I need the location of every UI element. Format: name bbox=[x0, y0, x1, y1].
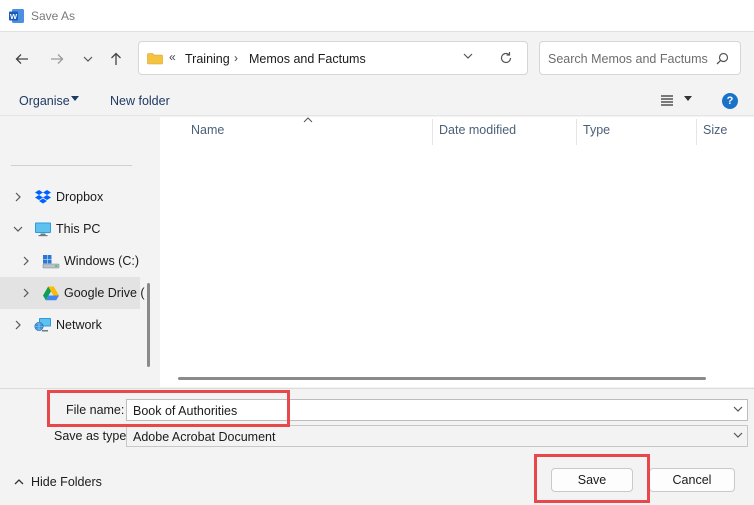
sidebar-item-label: This PC bbox=[56, 222, 101, 236]
recent-locations-button[interactable] bbox=[77, 48, 99, 70]
folder-icon bbox=[147, 53, 163, 65]
address-bar[interactable]: « Training › Memos and Factums bbox=[138, 41, 528, 75]
chevron-right-icon[interactable] bbox=[20, 286, 32, 300]
save-as-type-label: Save as type: bbox=[54, 429, 130, 443]
hide-folders-button[interactable]: Hide Folders bbox=[31, 475, 102, 489]
file-name-annotation-box bbox=[47, 390, 290, 427]
sidebar-item-network[interactable]: Network bbox=[0, 309, 140, 341]
column-header-size[interactable]: Size bbox=[703, 123, 727, 137]
chevron-up-icon[interactable] bbox=[14, 478, 24, 485]
network-icon bbox=[34, 318, 51, 332]
navigation-scrollbar[interactable] bbox=[147, 283, 150, 367]
chevron-right-icon[interactable] bbox=[20, 254, 32, 268]
chevron-right-icon[interactable] bbox=[12, 318, 24, 332]
organise-button[interactable]: Organise bbox=[19, 94, 70, 108]
breadcrumb-training[interactable]: Training bbox=[185, 52, 230, 66]
chevron-down-icon[interactable] bbox=[733, 432, 743, 438]
arrow-up-icon bbox=[111, 52, 121, 65]
drive-icon bbox=[42, 255, 60, 269]
sidebar-item-label: Dropbox bbox=[56, 190, 104, 204]
breadcrumb-memos-and-factums[interactable]: Memos and Factums bbox=[249, 52, 366, 66]
navigation-bar: « Training › Memos and Factums Search Me… bbox=[0, 33, 754, 83]
column-divider[interactable] bbox=[576, 119, 577, 145]
column-header-date-modified[interactable]: Date modified bbox=[439, 123, 516, 137]
caret-down-icon[interactable] bbox=[684, 96, 692, 101]
dropbox-icon bbox=[35, 190, 51, 204]
window-title: Save As bbox=[31, 9, 76, 23]
horizontal-scrollbar[interactable] bbox=[178, 377, 706, 380]
search-box[interactable]: Search Memos and Factums bbox=[539, 41, 741, 75]
sort-ascending-icon bbox=[303, 117, 313, 123]
search-icon bbox=[716, 52, 729, 65]
chevron-down-icon[interactable] bbox=[733, 406, 743, 412]
refresh-icon[interactable] bbox=[499, 51, 513, 65]
computer-icon bbox=[35, 222, 51, 237]
file-list[interactable]: Name Date modified Type Size bbox=[160, 117, 754, 387]
save-as-type-value[interactable]: Adobe Acrobat Document bbox=[133, 430, 275, 444]
column-header-type[interactable]: Type bbox=[583, 123, 610, 137]
sidebar-item-label: Google Drive ( bbox=[64, 286, 145, 300]
chevron-down-icon bbox=[83, 56, 93, 62]
save-button-annotation-box bbox=[534, 454, 650, 503]
chevron-down-icon[interactable] bbox=[463, 53, 473, 59]
chevron-right-icon[interactable] bbox=[12, 190, 24, 204]
command-bar: Organise New folder ? bbox=[0, 84, 754, 116]
svg-text:W: W bbox=[10, 12, 18, 21]
column-header-name[interactable]: Name bbox=[191, 123, 224, 137]
search-input[interactable]: Search Memos and Factums bbox=[548, 52, 708, 66]
column-divider[interactable] bbox=[696, 119, 697, 145]
title-bar: W Save As bbox=[0, 0, 754, 32]
caret-down-icon[interactable] bbox=[71, 96, 79, 101]
cancel-button[interactable]: Cancel bbox=[649, 468, 735, 492]
sidebar-item-this-pc[interactable]: This PC bbox=[0, 213, 140, 245]
new-folder-button[interactable]: New folder bbox=[110, 94, 170, 108]
navigation-pane: Dropbox This PC Windows (C:) Google Driv… bbox=[0, 117, 158, 387]
help-button[interactable]: ? bbox=[722, 93, 738, 109]
up-button[interactable] bbox=[105, 48, 127, 70]
column-divider[interactable] bbox=[432, 119, 433, 145]
back-button[interactable] bbox=[11, 48, 33, 70]
breadcrumb-overflow[interactable]: « bbox=[169, 50, 176, 64]
sidebar-item-dropbox[interactable]: Dropbox bbox=[0, 181, 140, 213]
sidebar-item-windows-c[interactable]: Windows (C:) bbox=[0, 245, 140, 277]
chevron-down-icon[interactable] bbox=[12, 222, 24, 236]
view-options-icon[interactable] bbox=[660, 95, 674, 106]
sidebar-item-google-drive[interactable]: Google Drive ( bbox=[0, 277, 145, 309]
arrow-left-icon bbox=[15, 54, 28, 64]
sidebar-item-label: Network bbox=[56, 318, 102, 332]
sidebar-item-label: Windows (C:) bbox=[64, 254, 140, 268]
word-icon: W bbox=[9, 9, 24, 23]
arrow-right-icon bbox=[51, 54, 64, 64]
breadcrumb-separator[interactable]: › bbox=[234, 51, 238, 65]
forward-button[interactable] bbox=[46, 48, 68, 70]
save-as-type-select[interactable]: Adobe Acrobat Document bbox=[126, 425, 748, 447]
google-drive-icon bbox=[43, 286, 59, 301]
divider bbox=[11, 165, 132, 166]
